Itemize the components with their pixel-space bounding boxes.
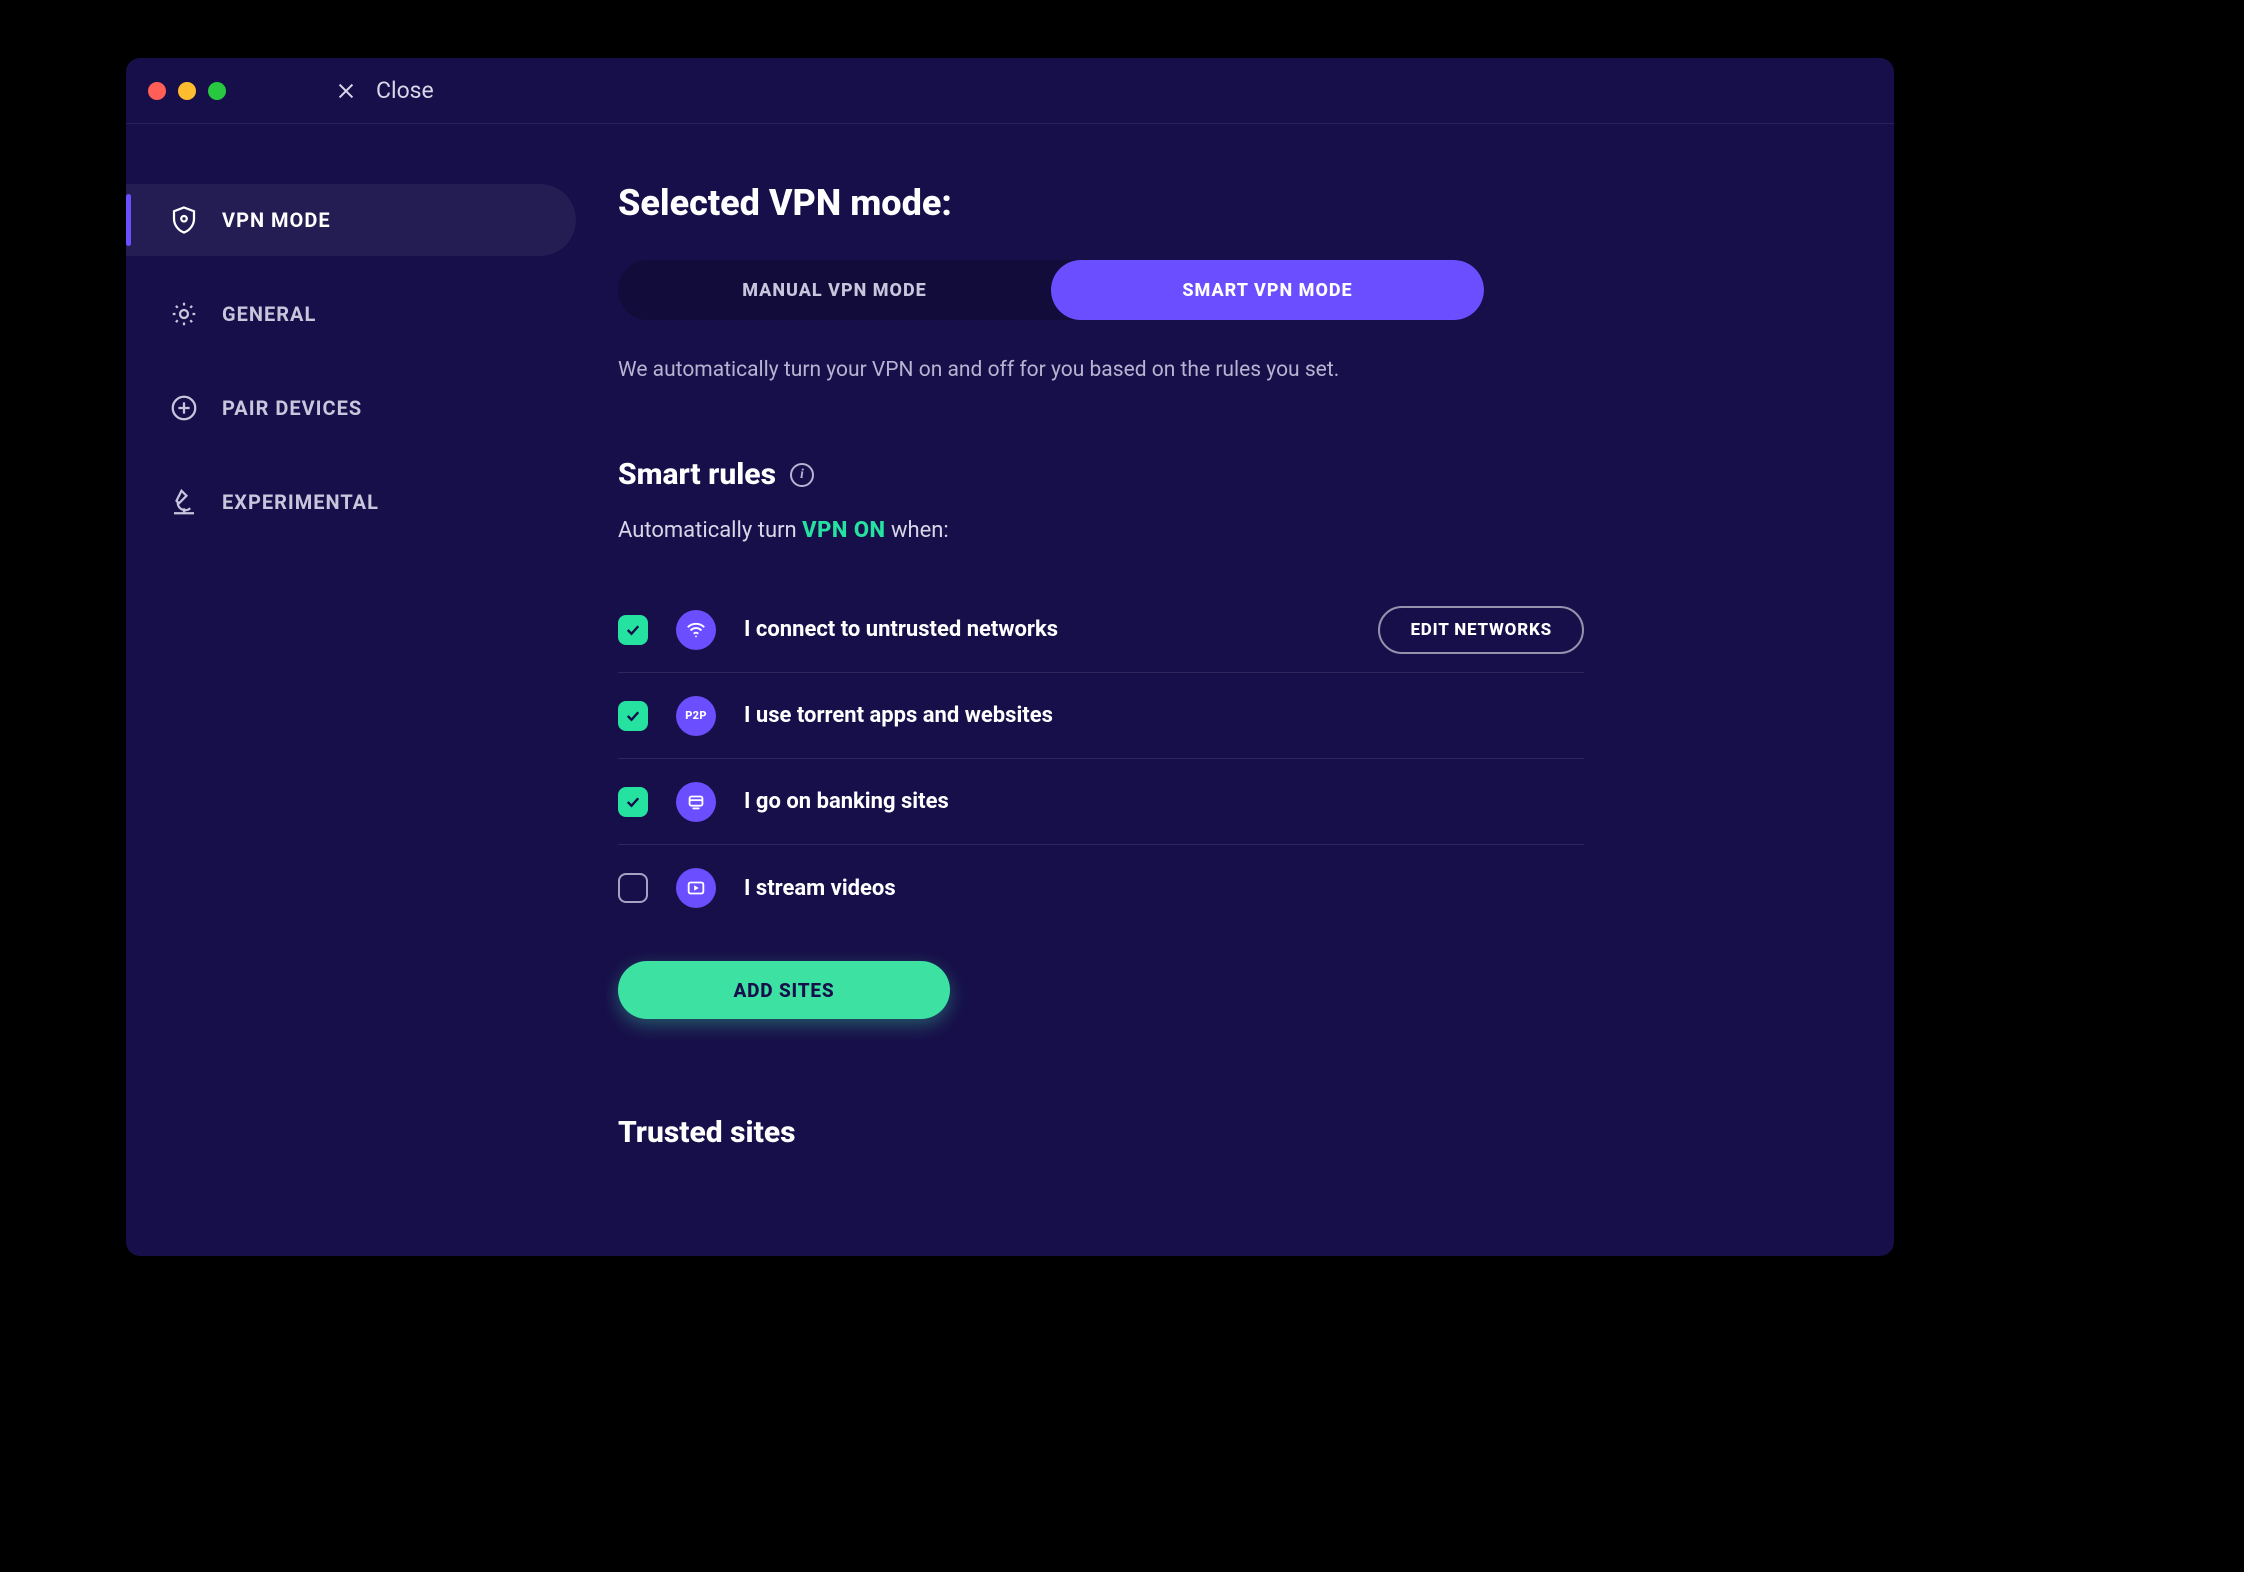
- rule-row-stream: I stream videos: [618, 845, 1584, 931]
- sidebar-item-label: EXPERIMENTAL: [222, 490, 379, 514]
- sidebar-item-pair-devices[interactable]: PAIR DEVICES: [126, 372, 576, 444]
- wifi-icon: [676, 610, 716, 650]
- rules-prefix: Automatically turn: [618, 518, 802, 543]
- shield-icon: [168, 204, 200, 236]
- settings-window: Close VPN MODE GENERAL: [126, 58, 1894, 1256]
- add-sites-button[interactable]: ADD SITES: [618, 961, 950, 1019]
- rule-label: I use torrent apps and websites: [744, 703, 1584, 728]
- bank-icon: [676, 782, 716, 822]
- p2p-icon: P2P: [676, 696, 716, 736]
- rule-list: I connect to untrusted networks EDIT NET…: [618, 587, 1584, 931]
- gear-icon: [168, 298, 200, 330]
- rule-label: I stream videos: [744, 876, 1584, 901]
- rules-suffix: when:: [886, 518, 949, 543]
- mode-smart-option[interactable]: SMART VPN MODE: [1051, 260, 1484, 320]
- mode-manual-option[interactable]: MANUAL VPN MODE: [618, 260, 1051, 320]
- rule-row-untrusted-networks: I connect to untrusted networks EDIT NET…: [618, 587, 1584, 673]
- rule-checkbox[interactable]: [618, 701, 648, 731]
- smart-rules-subtitle: Automatically turn VPN ON when:: [618, 518, 1824, 543]
- close-icon: [334, 79, 358, 103]
- sidebar-item-general[interactable]: GENERAL: [126, 278, 576, 350]
- plus-circle-icon: [168, 392, 200, 424]
- edit-networks-button[interactable]: EDIT NETWORKS: [1378, 606, 1584, 654]
- rule-checkbox[interactable]: [618, 787, 648, 817]
- close-label: Close: [376, 77, 434, 104]
- rule-label: I go on banking sites: [744, 789, 1584, 814]
- info-icon[interactable]: i: [790, 463, 814, 487]
- content-area: Selected VPN mode: MANUAL VPN MODE SMART…: [606, 124, 1894, 1256]
- rule-checkbox[interactable]: [618, 873, 648, 903]
- video-icon: [676, 868, 716, 908]
- sidebar-item-vpn-mode[interactable]: VPN MODE: [126, 184, 576, 256]
- sidebar-item-label: VPN MODE: [222, 208, 331, 232]
- close-button[interactable]: Close: [334, 77, 434, 104]
- smart-rules-heading: Smart rules: [618, 457, 776, 492]
- window-controls: [148, 82, 226, 100]
- window-close-dot[interactable]: [148, 82, 166, 100]
- sidebar-item-label: GENERAL: [222, 302, 316, 326]
- titlebar: Close: [126, 58, 1894, 124]
- rule-label: I connect to untrusted networks: [744, 617, 1350, 642]
- rule-row-banking: I go on banking sites: [618, 759, 1584, 845]
- page-title: Selected VPN mode:: [618, 182, 1824, 224]
- rule-checkbox[interactable]: [618, 615, 648, 645]
- sidebar-item-label: PAIR DEVICES: [222, 396, 362, 420]
- microscope-icon: [168, 486, 200, 518]
- sidebar-item-experimental[interactable]: EXPERIMENTAL: [126, 466, 576, 538]
- rule-row-torrent: P2P I use torrent apps and websites: [618, 673, 1584, 759]
- sidebar: VPN MODE GENERAL PAIR DEVICES: [126, 124, 606, 1256]
- rules-highlight: VPN ON: [802, 518, 885, 543]
- window-zoom-dot[interactable]: [208, 82, 226, 100]
- window-minimize-dot[interactable]: [178, 82, 196, 100]
- mode-description: We automatically turn your VPN on and of…: [618, 356, 1518, 385]
- vpn-mode-toggle: MANUAL VPN MODE SMART VPN MODE: [618, 260, 1484, 320]
- trusted-sites-heading: Trusted sites: [618, 1115, 1824, 1150]
